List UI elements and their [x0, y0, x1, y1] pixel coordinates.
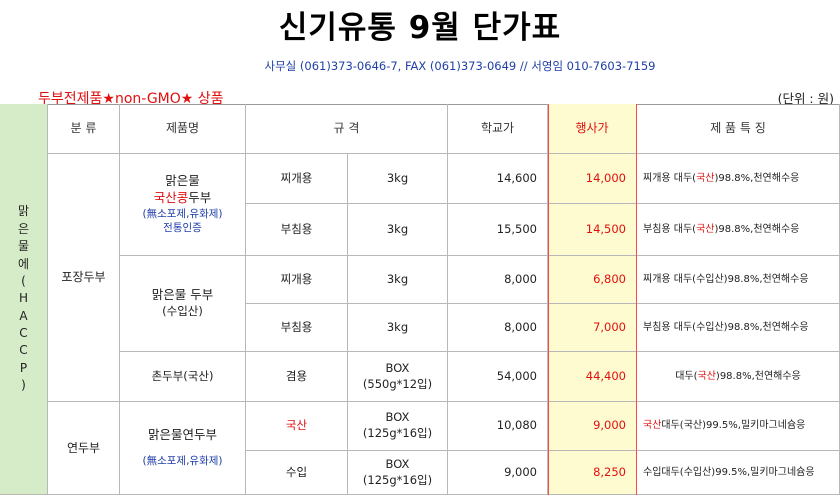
feat-text: 부침용 대두( — [643, 223, 697, 235]
row-event-price: 6,800 — [548, 256, 637, 304]
row-school-price: 8,000 — [448, 256, 548, 304]
product-country-tofu: 촌두부(국산) — [120, 352, 246, 402]
row-size: BOX (125g*16입) — [348, 451, 448, 495]
header-features: 제 품 특 징 — [637, 104, 840, 154]
row-event-price: 9,000 — [548, 402, 637, 451]
feat-text: 대두(국산)99.5%,밀키마그네슘응 — [661, 420, 806, 432]
row-size: 3kg — [348, 256, 448, 304]
row-features: 부침용 대두(수입산)98.8%,천연해수응 — [637, 304, 840, 352]
row-size: 3kg — [348, 154, 448, 204]
row-event-price: 44,400 — [548, 352, 637, 402]
side-char: P — [19, 360, 28, 375]
product-line: 전통인증 — [163, 222, 202, 235]
side-char: C — [19, 326, 28, 341]
side-char: A — [19, 308, 28, 323]
size-line: (550g*12입) — [362, 376, 433, 391]
row-type: 부침용 — [246, 304, 348, 352]
product-line: (無소포제,유화제) — [142, 455, 223, 468]
product-soft-tofu: 맑은물연두부 (無소포제,유화제) — [120, 402, 246, 495]
size-line: (125g*16입) — [362, 472, 433, 487]
row-school-price: 9,000 — [448, 451, 548, 495]
feat-text: 찌개용 대두( — [643, 172, 697, 184]
row-school-price: 54,000 — [448, 352, 548, 402]
row-event-price: 8,250 — [548, 451, 637, 495]
product-imported-tofu: 맑은물 두부 (수입산) — [120, 256, 246, 352]
row-features: 대두(국산)98.8%,천연해수응 — [637, 352, 840, 402]
row-event-price: 14,000 — [548, 154, 637, 204]
product-line: 맑은물 — [165, 173, 200, 189]
feat-text: 대두( — [675, 370, 698, 382]
feat-text: )98.8%,천연해수응 — [714, 172, 800, 184]
row-type: 겸용 — [246, 352, 348, 402]
side-char: 맑 — [17, 204, 30, 219]
feat-text-red: 국산 — [696, 172, 715, 184]
side-char: 물 — [17, 239, 30, 254]
header-product: 제품명 — [120, 104, 246, 154]
feat-text: 수입대두(수입산)99.5%,밀키마그네슘응 — [643, 466, 815, 478]
header-category: 분 류 — [48, 104, 120, 154]
header-school-price: 학교가 — [448, 104, 548, 154]
row-school-price: 8,000 — [448, 304, 548, 352]
feat-text: 찌개용 대두(수입산)98.8%,천연해수응 — [643, 273, 809, 285]
side-label: 맑 은 물 에 ( H A C C P ) — [0, 104, 48, 495]
row-size: 3kg — [348, 304, 448, 352]
side-char: H — [18, 291, 29, 306]
side-char: ) — [21, 378, 26, 393]
feat-text-red: 국산 — [697, 370, 716, 382]
row-features: 수입대두(수입산)99.5%,밀키마그네슘응 — [637, 451, 840, 495]
feat-text-red: 국산 — [696, 223, 715, 235]
event-column-border-right — [636, 104, 637, 495]
row-type: 수입 — [246, 451, 348, 495]
size-line: BOX — [385, 360, 410, 375]
group-soft-tofu: 연두부 — [48, 402, 120, 495]
size-line: BOX — [385, 410, 410, 425]
group-packaged-tofu: 포장두부 — [48, 154, 120, 402]
row-type: 찌개용 — [246, 256, 348, 304]
row-event-price: 14,500 — [548, 204, 637, 256]
row-size: BOX (125g*16입) — [348, 402, 448, 451]
feat-text: )98.8%,천연해수응 — [714, 223, 800, 235]
row-features: 부침용 대두(국산)98.8%,천연해수응 — [637, 204, 840, 256]
feat-text: )98.8%,천연해수응 — [715, 370, 801, 382]
product-line: (無소포제,유화제) — [142, 208, 223, 221]
row-size: BOX (550g*12입) — [348, 352, 448, 402]
feat-text-red: 국산 — [643, 420, 662, 432]
row-event-price: 7,000 — [548, 304, 637, 352]
row-type: 찌개용 — [246, 154, 348, 204]
size-line: (125g*16입) — [362, 426, 433, 440]
product-line: 국산콩두부 — [153, 190, 212, 206]
row-school-price: 14,600 — [448, 154, 548, 204]
size-line: BOX — [385, 456, 410, 471]
product-line: 맑은물 두부 — [151, 287, 214, 303]
header-spec: 규 격 — [246, 104, 448, 154]
product-line: (수입산) — [162, 304, 203, 319]
row-type: 부침용 — [246, 204, 348, 256]
contact-info: 사무실 (061)373-0646-7, FAX (061)373-0649 /… — [264, 59, 656, 73]
page-title: 신기유통 9월 단가표 — [278, 10, 562, 46]
side-char: C — [19, 343, 28, 358]
side-char: 에 — [17, 256, 30, 271]
row-school-price: 15,500 — [448, 204, 548, 256]
header-event-price: 행사가 — [548, 104, 637, 154]
row-size: 3kg — [348, 204, 448, 256]
row-features: 국산 대두(국산)99.5%,밀키마그네슘응 — [637, 402, 840, 451]
row-features: 찌개용 대두(수입산)98.8%,천연해수응 — [637, 256, 840, 304]
product-line: 맑은물연두부 — [147, 427, 217, 443]
side-char: 은 — [17, 221, 30, 236]
row-type: 국산 — [246, 402, 348, 451]
event-column-border-left — [548, 104, 549, 495]
feat-text: 부침용 대두(수입산)98.8%,천연해수응 — [643, 321, 809, 333]
product-line-red: 국산콩 — [153, 190, 189, 206]
row-school-price: 10,080 — [448, 402, 548, 451]
price-table: 맑 은 물 에 ( H A C C P ) 분 류 제품명 규 격 학교가 행사… — [0, 104, 840, 495]
row-features: 찌개용 대두(국산)98.8%,천연해수응 — [637, 154, 840, 204]
product-domestic-tofu: 맑은물 국산콩두부 (無소포제,유화제) 전통인증 — [120, 154, 246, 256]
side-char: ( — [21, 273, 26, 288]
